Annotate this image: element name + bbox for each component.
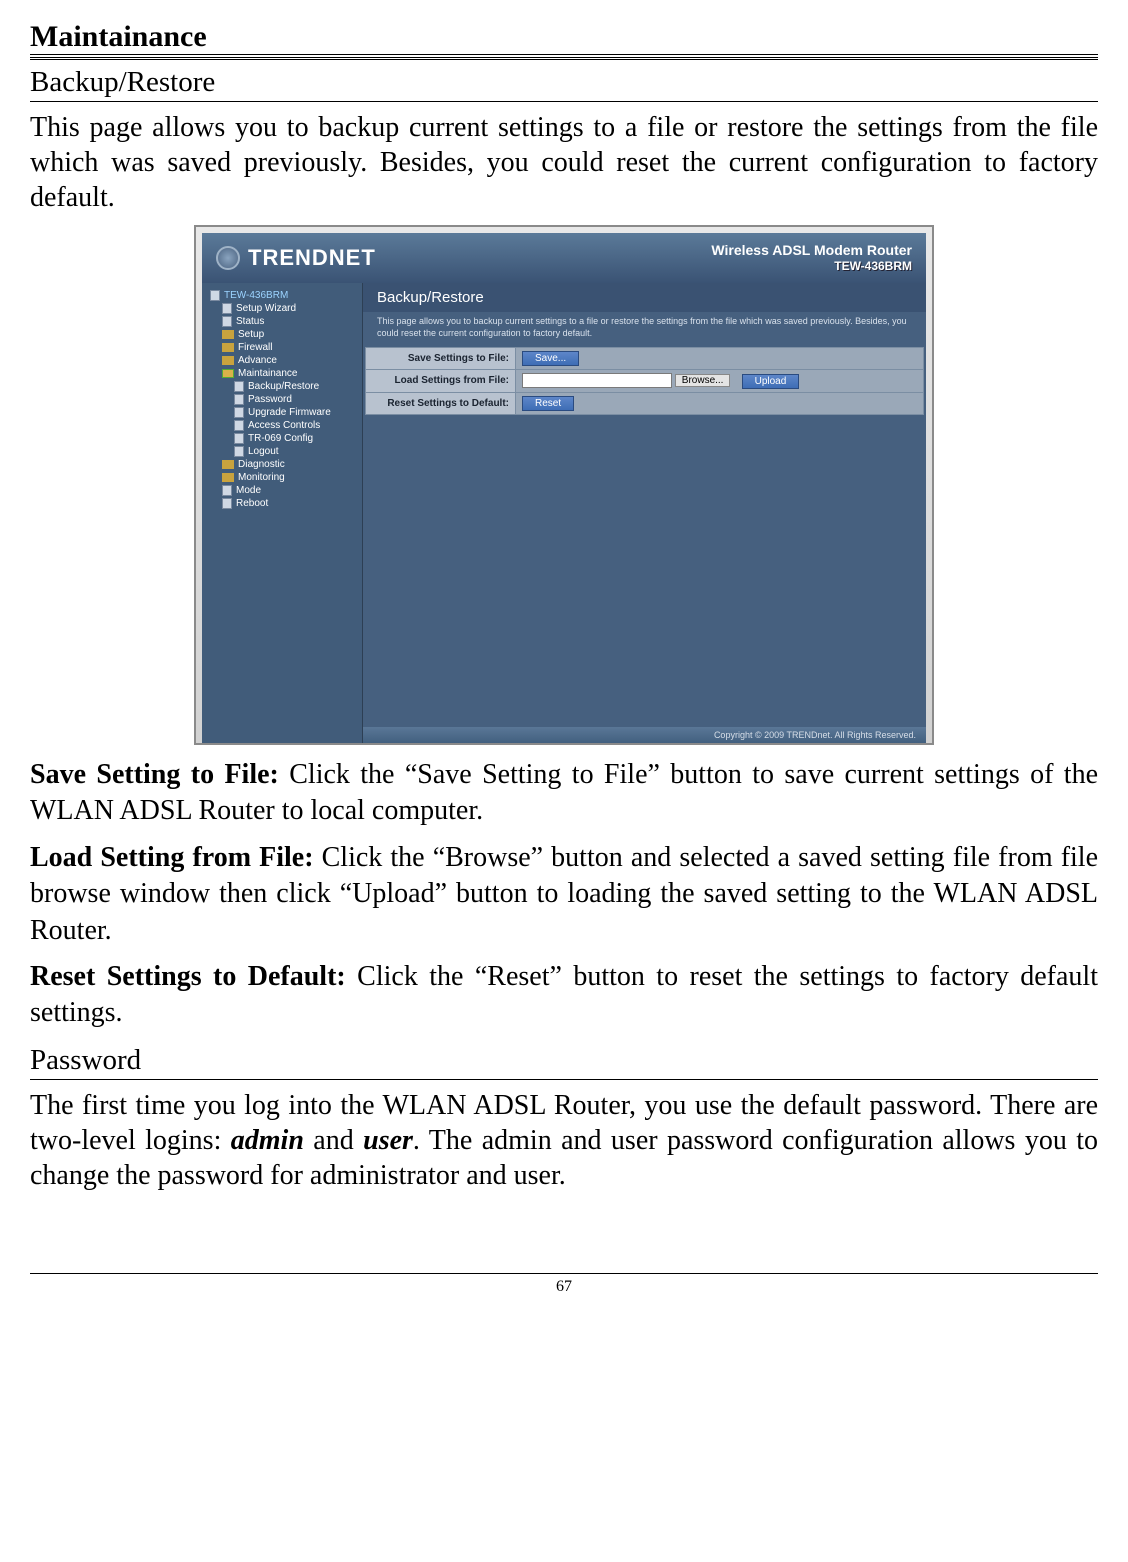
router-screenshot: TRENDNET Wireless ADSL Modem Router TEW-… [194, 225, 934, 745]
nav-label: Setup Wizard [236, 303, 296, 314]
save-lead: Save Setting to File: [30, 759, 289, 790]
copyright: Copyright © 2009 TRENDnet. All Rights Re… [363, 727, 926, 743]
nav-mode[interactable]: Mode [206, 484, 358, 497]
load-lead: Load Setting from File: [30, 842, 322, 873]
pw-admin: admin [231, 1125, 304, 1156]
panel-note: This page allows you to backup current s… [363, 312, 926, 347]
folder-open-icon [222, 369, 234, 378]
main-panel: Backup/Restore This page allows you to b… [362, 283, 926, 743]
nav-root[interactable]: TEW-436BRM [206, 289, 358, 302]
nav-logout[interactable]: Logout [206, 445, 358, 458]
nav-label: Monitoring [238, 472, 285, 483]
nav-setup-wizard[interactable]: Setup Wizard [206, 302, 358, 315]
nav-backup-restore[interactable]: Backup/Restore [206, 380, 358, 393]
page-icon [222, 303, 232, 314]
nav-reboot[interactable]: Reboot [206, 497, 358, 510]
nav-label: Backup/Restore [248, 381, 319, 392]
brand-logo-icon [216, 246, 240, 270]
nav-monitoring[interactable]: Monitoring [206, 471, 358, 484]
nav-label: Upgrade Firmware [248, 407, 331, 418]
nav-sidebar: TEW-436BRM Setup Wizard Status Setup Fir… [202, 283, 362, 743]
load-setting-desc: Load Setting from File: Click the “Brows… [30, 840, 1098, 949]
reset-button[interactable]: Reset [522, 396, 574, 411]
folder-icon [222, 460, 234, 469]
folder-icon [222, 330, 234, 339]
nav-upgrade-firmware[interactable]: Upgrade Firmware [206, 406, 358, 419]
nav-label: Diagnostic [238, 459, 285, 470]
brand: TRENDNET [216, 245, 376, 271]
file-input[interactable] [522, 373, 672, 388]
nav-setup[interactable]: Setup [206, 328, 358, 341]
nav-firewall[interactable]: Firewall [206, 341, 358, 354]
reset-setting-desc: Reset Settings to Default: Click the “Re… [30, 959, 1098, 1032]
page-icon [222, 485, 232, 496]
page-icon [234, 381, 244, 392]
nav-status[interactable]: Status [206, 315, 358, 328]
intro-text: This page allows you to backup current s… [30, 110, 1098, 215]
nav-advance[interactable]: Advance [206, 354, 358, 367]
folder-icon [222, 343, 234, 352]
nav-label: Password [248, 394, 292, 405]
folder-icon [222, 473, 234, 482]
section-password: Password [30, 1042, 1098, 1080]
nav-access-controls[interactable]: Access Controls [206, 419, 358, 432]
nav-label: Firewall [238, 342, 272, 353]
save-label: Save Settings to File: [366, 348, 516, 370]
nav-label: Maintainance [238, 368, 297, 379]
nav-label: Setup [238, 329, 264, 340]
model-block: Wireless ADSL Modem Router TEW-436BRM [711, 241, 912, 275]
reset-lead: Reset Settings to Default: [30, 961, 357, 992]
password-desc: The first time you log into the WLAN ADS… [30, 1088, 1098, 1193]
model-sub: TEW-436BRM [711, 259, 912, 275]
save-button[interactable]: Save... [522, 351, 579, 366]
nav-label: Mode [236, 485, 261, 496]
nav-label: Logout [248, 446, 279, 457]
reset-label: Reset Settings to Default: [366, 392, 516, 414]
model-main: Wireless ADSL Modem Router [711, 241, 912, 259]
page-icon [234, 446, 244, 457]
page-number: 67 [30, 1273, 1098, 1296]
nav-label: TR-069 Config [248, 433, 313, 444]
load-label: Load Settings from File: [366, 370, 516, 392]
section-backup-restore: Backup/Restore [30, 64, 1098, 102]
nav-label: Status [236, 316, 264, 327]
nav-root-label: TEW-436BRM [224, 290, 288, 301]
page-title: Maintainance [30, 20, 1098, 55]
page-icon [234, 394, 244, 405]
device-icon [210, 290, 220, 301]
page-icon [222, 316, 232, 327]
pw-user: user [363, 1125, 413, 1156]
nav-password[interactable]: Password [206, 393, 358, 406]
panel-title: Backup/Restore [363, 283, 926, 312]
page-icon [234, 420, 244, 431]
nav-diagnostic[interactable]: Diagnostic [206, 458, 358, 471]
settings-table: Save Settings to File: Save... Load Sett… [365, 347, 924, 414]
page-icon [234, 407, 244, 418]
nav-maintainance[interactable]: Maintainance [206, 367, 358, 380]
page-icon [234, 433, 244, 444]
brand-text: TRENDNET [248, 245, 376, 271]
nav-label: Access Controls [248, 420, 320, 431]
save-setting-desc: Save Setting to File: Click the “Save Se… [30, 757, 1098, 830]
nav-label: Advance [238, 355, 277, 366]
browse-button[interactable]: Browse... [675, 374, 731, 387]
nav-label: Reboot [236, 498, 268, 509]
page-icon [222, 498, 232, 509]
nav-tr069[interactable]: TR-069 Config [206, 432, 358, 445]
folder-icon [222, 356, 234, 365]
pw-and: and [304, 1125, 363, 1156]
router-header: TRENDNET Wireless ADSL Modem Router TEW-… [202, 233, 926, 283]
upload-button[interactable]: Upload [742, 374, 800, 389]
